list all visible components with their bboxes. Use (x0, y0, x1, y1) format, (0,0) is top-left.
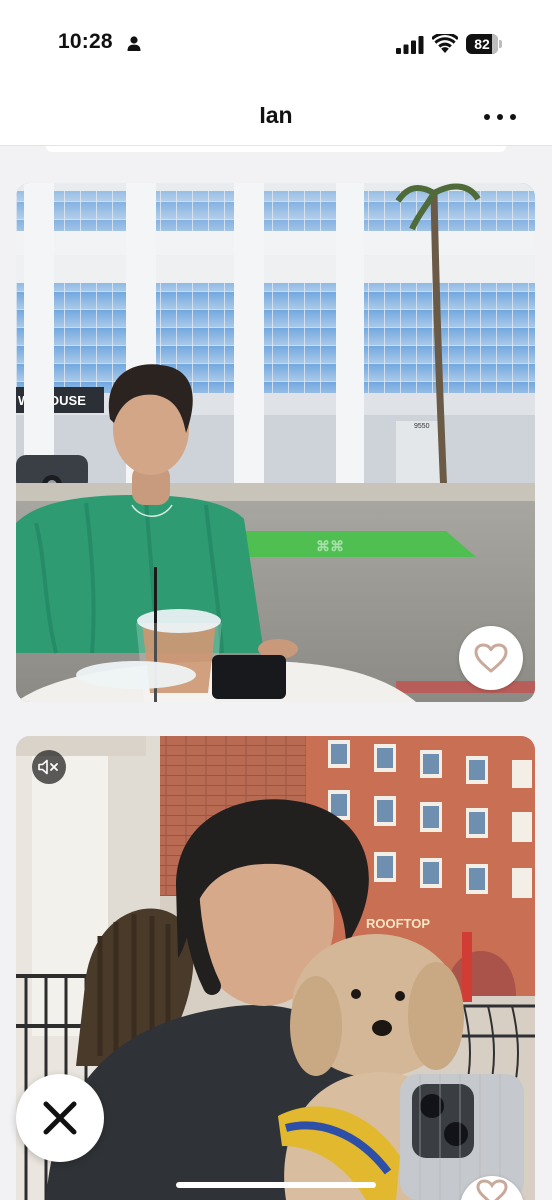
profile-photo-card[interactable]: WNHOUSE 9550 ⌘⌘ (16, 183, 535, 702)
status-time: 10:28 (58, 30, 113, 53)
cellular-signal-icon (396, 36, 424, 54)
status-bar: 10:28 82 (0, 0, 552, 88)
battery-level: 82 (474, 36, 490, 52)
address-number: 9550 (414, 423, 430, 430)
close-x-icon (43, 1101, 77, 1135)
skip-button[interactable] (16, 1074, 104, 1162)
more-horizontal-icon (484, 114, 490, 120)
wifi-icon (432, 34, 458, 53)
mute-toggle-button[interactable] (32, 750, 66, 784)
speaker-muted-icon (38, 759, 58, 775)
person-icon (127, 36, 141, 51)
heart-icon (476, 1179, 508, 1200)
previous-card-edge (46, 146, 506, 152)
heart-icon (474, 643, 508, 673)
home-indicator (176, 1182, 376, 1188)
more-options-button[interactable] (484, 106, 516, 128)
svg-text:⌘⌘: ⌘⌘ (316, 538, 344, 554)
like-button-secondary[interactable] (460, 1176, 524, 1200)
profile-header: Ian (0, 88, 552, 146)
rooftop-sign: ROOFTOP (366, 916, 430, 931)
profile-photo: WNHOUSE 9550 ⌘⌘ (16, 183, 535, 702)
battery-icon: 82 (466, 34, 502, 54)
profile-name: Ian (259, 102, 293, 128)
like-button[interactable] (459, 626, 523, 690)
